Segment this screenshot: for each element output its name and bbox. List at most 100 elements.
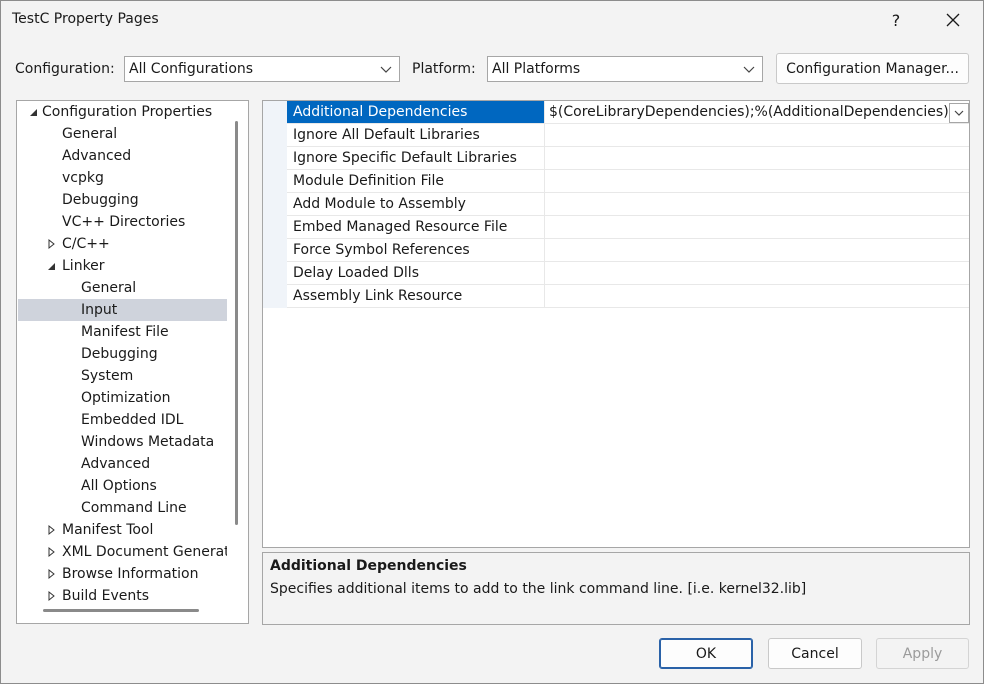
tree-item-label: Linker xyxy=(62,258,105,274)
tree-item[interactable]: Input xyxy=(18,299,227,321)
chevron-down-icon xyxy=(743,66,755,73)
property-row[interactable]: Ignore Specific Default Libraries xyxy=(287,147,969,170)
tree-item-label: Embedded IDL xyxy=(81,412,184,428)
tree-item[interactable]: Optimization xyxy=(18,387,227,409)
tree-item-label: Debugging xyxy=(62,192,139,208)
tree-item-label: System xyxy=(81,368,134,384)
property-name: Assembly Link Resource xyxy=(287,285,545,307)
property-row[interactable]: Additional Dependencies $(CoreLibraryDepe… xyxy=(287,101,969,124)
tree-item[interactable]: Configuration Properties xyxy=(18,101,227,123)
property-value[interactable]: $(CoreLibraryDependencies);%(AdditionalD… xyxy=(549,101,949,123)
property-row[interactable]: Force Symbol References xyxy=(287,239,969,262)
property-name: Delay Loaded Dlls xyxy=(287,262,545,284)
collapsed-triangle-icon[interactable] xyxy=(46,585,58,607)
tree-item[interactable]: C/C++ xyxy=(18,233,227,255)
help-button[interactable]: ? xyxy=(873,1,919,39)
tree-item[interactable]: Debugging xyxy=(18,343,227,365)
property-row[interactable]: Ignore All Default Libraries xyxy=(287,124,969,147)
chevron-down-icon xyxy=(380,66,392,73)
tree-item[interactable]: Manifest File xyxy=(18,321,227,343)
close-button[interactable] xyxy=(930,1,976,39)
title-bar: TestC Property Pages ? xyxy=(1,1,983,39)
tree-item[interactable]: Browse Information xyxy=(18,563,227,585)
tree-item-label: Advanced xyxy=(81,456,151,472)
tree-item[interactable]: System xyxy=(18,365,227,387)
collapsed-triangle-icon[interactable] xyxy=(46,519,58,541)
window-title: TestC Property Pages xyxy=(12,11,159,27)
tree-item-label: vcpkg xyxy=(62,170,104,186)
property-name: Ignore All Default Libraries xyxy=(287,124,545,146)
tree-item[interactable]: Linker xyxy=(18,255,227,277)
platform-value: All Platforms xyxy=(492,61,581,77)
tree-item[interactable]: All Options xyxy=(18,475,227,497)
property-grid: Additional Dependencies $(CoreLibraryDepe… xyxy=(262,100,970,548)
property-row[interactable]: Embed Managed Resource File xyxy=(287,216,969,239)
property-name: Additional Dependencies xyxy=(287,101,545,123)
description-panel: Additional Dependencies Specifies additi… xyxy=(262,552,970,625)
tree-item-label: C/C++ xyxy=(62,236,110,252)
cancel-button[interactable]: Cancel xyxy=(768,638,862,669)
apply-button[interactable]: Apply xyxy=(876,638,969,669)
tree-item[interactable]: Build Events xyxy=(18,585,227,607)
tree-item-label: XML Document Generator xyxy=(62,544,227,560)
expanded-triangle-icon[interactable] xyxy=(46,255,58,277)
tree-item-label: Input xyxy=(81,302,118,318)
tree-item-label: All Options xyxy=(81,478,157,494)
tree-item-label: Build Events xyxy=(62,588,149,604)
close-icon xyxy=(946,13,960,27)
platform-combo[interactable]: All Platforms xyxy=(487,56,763,82)
tree-item[interactable]: Windows Metadata xyxy=(18,431,227,453)
tree-item-label: VC++ Directories xyxy=(62,214,186,230)
ok-button[interactable]: OK xyxy=(659,638,753,669)
property-row[interactable]: Delay Loaded Dlls xyxy=(287,262,969,285)
configuration-manager-button[interactable]: Configuration Manager... xyxy=(776,53,969,84)
property-dropdown-button[interactable] xyxy=(949,103,969,123)
expanded-triangle-icon[interactable] xyxy=(28,101,40,123)
tree-item[interactable]: VC++ Directories xyxy=(18,211,227,233)
property-row[interactable]: Module Definition File xyxy=(287,170,969,193)
property-row[interactable]: Add Module to Assembly xyxy=(287,193,969,216)
tree-item[interactable]: General xyxy=(18,123,227,145)
tree-item-label: Manifest File xyxy=(81,324,169,340)
property-name: Force Symbol References xyxy=(287,239,545,261)
tree-item-label: Manifest Tool xyxy=(62,522,154,538)
property-name: Ignore Specific Default Libraries xyxy=(287,147,545,169)
tree-item-label: Configuration Properties xyxy=(42,104,213,120)
platform-label: Platform: xyxy=(412,61,476,77)
tree-item[interactable]: General xyxy=(18,277,227,299)
property-pages-window: TestC Property Pages ? Configuration: Al… xyxy=(0,0,984,684)
property-row[interactable]: Assembly Link Resource xyxy=(287,285,969,308)
tree-vertical-scrollbar[interactable] xyxy=(235,121,238,525)
tree-item-label: Advanced xyxy=(62,148,132,164)
tree-item-label: General xyxy=(81,280,137,296)
property-name: Add Module to Assembly xyxy=(287,193,545,215)
tree-item[interactable]: Debugging xyxy=(18,189,227,211)
tree-item[interactable]: Embedded IDL xyxy=(18,409,227,431)
tree-item[interactable]: Advanced xyxy=(18,145,227,167)
tree-item-label: Optimization xyxy=(81,390,171,406)
configuration-combo[interactable]: All Configurations xyxy=(124,56,400,82)
chevron-down-icon xyxy=(954,110,964,116)
description-title: Additional Dependencies xyxy=(270,558,467,574)
grid-gutter xyxy=(263,101,287,308)
description-text: Specifies additional items to add to the… xyxy=(270,581,807,597)
tree-item[interactable]: Command Line xyxy=(18,497,227,519)
tree-item[interactable]: Manifest Tool xyxy=(18,519,227,541)
configuration-value: All Configurations xyxy=(129,61,254,77)
collapsed-triangle-icon[interactable] xyxy=(46,563,58,585)
tree-item-label: Command Line xyxy=(81,500,187,516)
collapsed-triangle-icon[interactable] xyxy=(46,233,58,255)
configuration-label: Configuration: xyxy=(15,61,115,77)
tree-item[interactable]: XML Document Generator xyxy=(18,541,227,563)
tree-item[interactable]: vcpkg xyxy=(18,167,227,189)
tree-horizontal-scrollbar[interactable] xyxy=(43,609,199,612)
collapsed-triangle-icon[interactable] xyxy=(46,541,58,563)
settings-tree: Configuration Properties General Advanced v… xyxy=(16,100,249,624)
help-icon: ? xyxy=(891,10,901,30)
property-name: Embed Managed Resource File xyxy=(287,216,545,238)
tree-item-label: Browse Information xyxy=(62,566,199,582)
tree-item-label: Windows Metadata xyxy=(81,434,215,450)
property-name: Module Definition File xyxy=(287,170,545,192)
tree-item-label: Debugging xyxy=(81,346,158,362)
tree-item[interactable]: Advanced xyxy=(18,453,227,475)
